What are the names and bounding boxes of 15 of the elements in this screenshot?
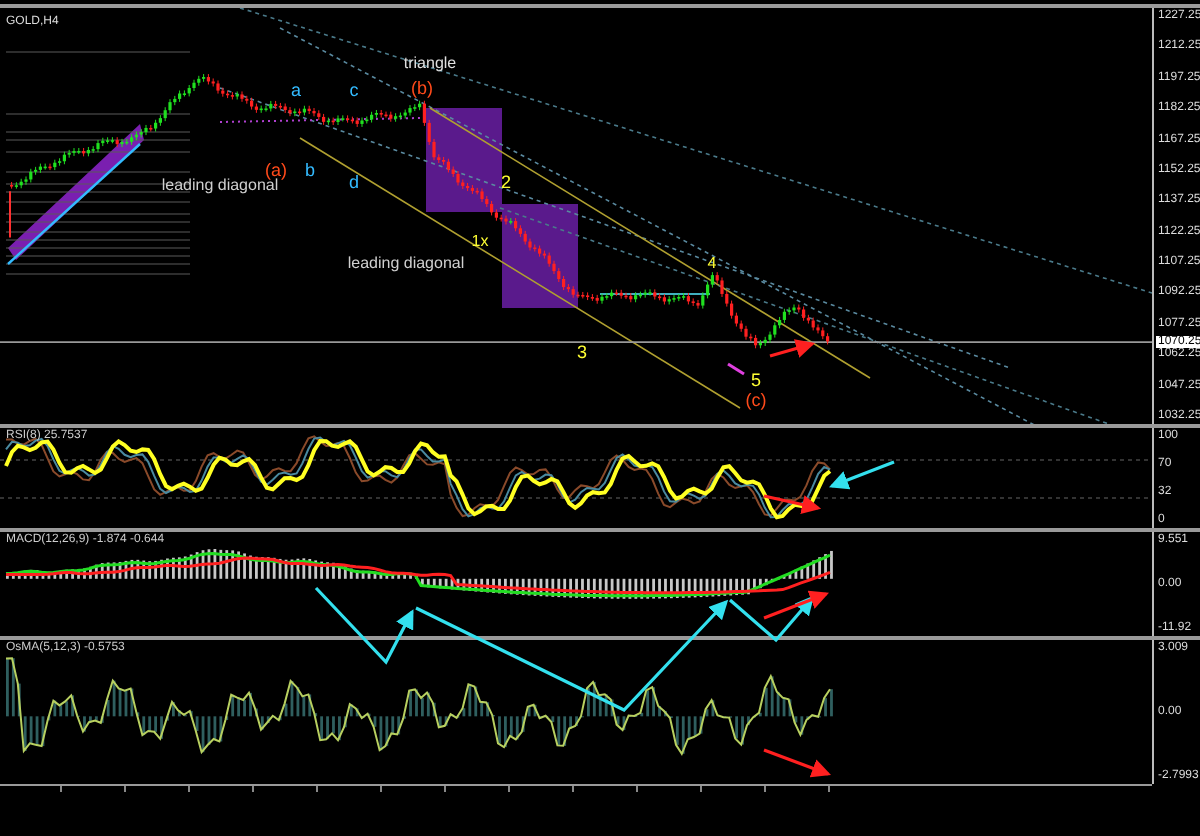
wave-label: d	[349, 172, 359, 192]
wave-label: leading diagonal	[161, 176, 279, 194]
wave-label: (b)	[411, 78, 433, 98]
wave-label: 3	[577, 342, 587, 362]
wave-label: a	[291, 80, 301, 100]
wave-label: 2	[501, 172, 511, 192]
wave-label: (c)	[745, 390, 767, 410]
wave-label: b	[305, 160, 315, 180]
wave-label: 1x	[471, 232, 489, 250]
wave-label: leading diagonal	[347, 254, 465, 272]
wave-label: c	[349, 80, 359, 100]
wave-label: 5	[751, 370, 761, 390]
wave-label: (a)	[265, 160, 287, 180]
wave-label: triangle	[403, 54, 457, 72]
wave-label: 4	[707, 254, 717, 272]
